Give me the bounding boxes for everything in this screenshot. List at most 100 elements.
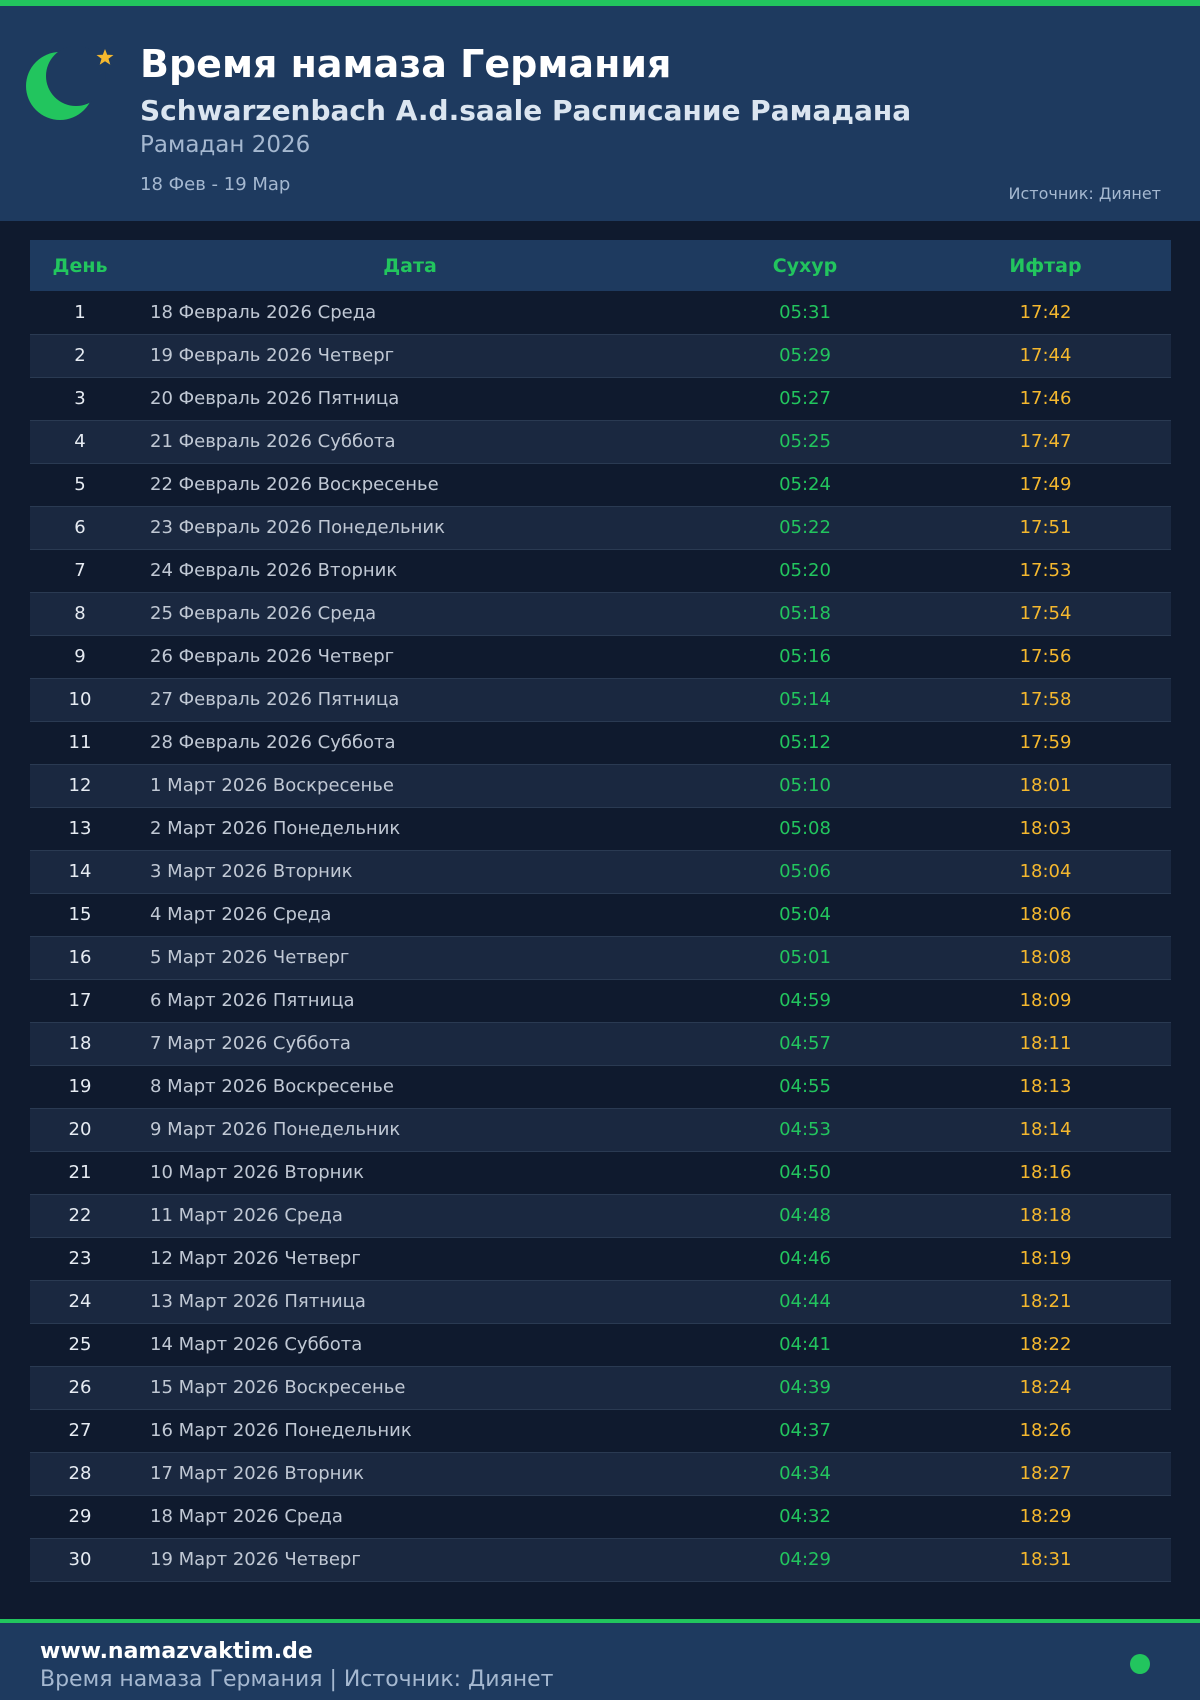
suhur-time: 05:08 <box>779 818 831 839</box>
day-cell: 16 <box>68 947 92 968</box>
table-row: 3 20 Февраль 2026 Пятница 05:27 17:46 <box>30 377 1171 420</box>
table-row: 6 23 Февраль 2026 Понедельник 05:22 17:51 <box>30 506 1171 549</box>
table-row: 7 24 Февраль 2026 Вторник 05:20 17:53 <box>30 549 1171 592</box>
day-cell: 30 <box>68 1549 92 1570</box>
iftar-time: 18:31 <box>1019 1549 1072 1570</box>
iftar-time: 18:16 <box>1019 1162 1072 1183</box>
day-cell: 24 <box>68 1291 92 1312</box>
iftar-time: 18:11 <box>1019 1033 1072 1054</box>
table-row: 5 22 Февраль 2026 Воскресенье 05:24 17:49 <box>30 463 1171 506</box>
day-cell: 19 <box>68 1076 92 1097</box>
suhur-time: 05:01 <box>779 947 831 968</box>
table-row: 27 16 Март 2026 Понедельник 04:37 18:26 <box>30 1409 1171 1452</box>
table-row: 15 4 Март 2026 Среда 05:04 18:06 <box>30 893 1171 936</box>
suhur-time: 05:29 <box>779 345 831 366</box>
date-cell: 4 Март 2026 Среда <box>150 904 332 925</box>
date-cell: 2 Март 2026 Понедельник <box>150 818 401 839</box>
iftar-time: 17:46 <box>1019 388 1072 409</box>
suhur-time: 04:53 <box>779 1119 831 1140</box>
date-cell: 19 Март 2026 Четверг <box>150 1549 361 1570</box>
day-cell: 4 <box>74 431 86 452</box>
iftar-time: 18:19 <box>1019 1248 1072 1269</box>
ramadan-year: Рамадан 2026 <box>140 132 311 158</box>
iftar-time: 17:42 <box>1019 301 1072 323</box>
table-row: 12 1 Март 2026 Воскресенье 05:10 18:01 <box>30 764 1171 807</box>
source-label: Источник: Диянет <box>1008 184 1161 203</box>
table-row: 23 12 Март 2026 Четверг 04:46 18:19 <box>30 1237 1171 1280</box>
column-header-iftar: Ифтар <box>1009 254 1082 277</box>
iftar-time: 18:01 <box>1019 775 1072 796</box>
day-cell: 20 <box>68 1119 92 1140</box>
suhur-time: 05:04 <box>779 904 831 925</box>
iftar-time: 18:03 <box>1019 818 1072 839</box>
table-row: 25 14 Март 2026 Суббота 04:41 18:22 <box>30 1323 1171 1366</box>
iftar-time: 17:53 <box>1019 560 1072 581</box>
day-cell: 9 <box>74 646 86 667</box>
date-cell: 6 Март 2026 Пятница <box>150 990 355 1011</box>
footer-text: Время намаза Германия | Источник: Диянет <box>40 1667 554 1692</box>
date-cell: 1 Март 2026 Воскресенье <box>150 775 394 796</box>
day-cell: 11 <box>68 732 92 753</box>
iftar-time: 18:27 <box>1019 1463 1072 1484</box>
day-cell: 1 <box>74 301 86 323</box>
date-cell: 19 Февраль 2026 Четверг <box>150 345 395 366</box>
suhur-time: 05:12 <box>779 732 831 753</box>
day-cell: 6 <box>74 517 86 538</box>
table-row: 22 11 Март 2026 Среда 04:48 18:18 <box>30 1194 1171 1237</box>
table-row: 9 26 Февраль 2026 Четверг 05:16 17:56 <box>30 635 1171 678</box>
status-dot-icon <box>1130 1654 1150 1674</box>
iftar-time: 18:29 <box>1019 1506 1072 1527</box>
date-cell: 18 Февраль 2026 Среда <box>150 301 377 323</box>
iftar-time: 18:26 <box>1019 1420 1072 1441</box>
date-cell: 12 Март 2026 Четверг <box>150 1248 361 1269</box>
iftar-time: 18:22 <box>1019 1334 1072 1355</box>
table-row: 16 5 Март 2026 Четверг 05:01 18:08 <box>30 936 1171 979</box>
day-cell: 23 <box>68 1248 92 1269</box>
table-row: 13 2 Март 2026 Понедельник 05:08 18:03 <box>30 807 1171 850</box>
day-cell: 2 <box>74 345 86 366</box>
table-row: 24 13 Март 2026 Пятница 04:44 18:21 <box>30 1280 1171 1323</box>
date-cell: 23 Февраль 2026 Понедельник <box>150 517 445 538</box>
iftar-time: 17:54 <box>1019 603 1072 624</box>
table-row: 10 27 Февраль 2026 Пятница 05:14 17:58 <box>30 678 1171 721</box>
suhur-time: 05:06 <box>779 861 831 882</box>
iftar-time: 17:47 <box>1019 431 1072 452</box>
day-cell: 13 <box>68 818 92 839</box>
table-row: 28 17 Март 2026 Вторник 04:34 18:27 <box>30 1452 1171 1495</box>
suhur-time: 04:37 <box>779 1420 831 1441</box>
iftar-time: 18:18 <box>1019 1205 1072 1226</box>
ramadan-schedule: День Дата Сухур Ифтар 1 18 Февраль 2026 С… <box>30 240 1171 1582</box>
table-row: 2 19 Февраль 2026 Четверг 05:29 17:44 <box>30 334 1171 377</box>
date-cell: 11 Март 2026 Среда <box>150 1205 343 1226</box>
iftar-time: 18:09 <box>1019 990 1072 1011</box>
day-cell: 22 <box>68 1205 92 1226</box>
table-row: 11 28 Февраль 2026 Суббота 05:12 17:59 <box>30 721 1171 764</box>
date-cell: 7 Март 2026 Суббота <box>150 1033 351 1054</box>
iftar-time: 17:51 <box>1019 517 1072 538</box>
column-header-day: День <box>52 254 108 277</box>
date-cell: 8 Март 2026 Воскресенье <box>150 1076 394 1097</box>
site-link[interactable]: www.namazvaktim.de <box>40 1639 313 1664</box>
date-cell: 28 Февраль 2026 Суббота <box>150 732 396 753</box>
table-row: 30 19 Март 2026 Четверг 04:29 18:31 <box>30 1538 1171 1581</box>
date-cell: 10 Март 2026 Вторник <box>150 1162 364 1183</box>
day-cell: 26 <box>68 1377 92 1398</box>
day-cell: 14 <box>68 861 92 882</box>
page-title: Время намаза Германия <box>140 42 672 86</box>
suhur-time: 05:10 <box>779 775 831 796</box>
iftar-time: 18:21 <box>1019 1291 1072 1312</box>
table-row: 4 21 Февраль 2026 Суббота 05:25 17:47 <box>30 420 1171 463</box>
column-header-suhur: Сухур <box>772 254 838 277</box>
suhur-time: 04:41 <box>779 1334 831 1355</box>
day-cell: 10 <box>68 689 92 710</box>
iftar-time: 17:56 <box>1019 646 1072 667</box>
table-row: 26 15 Март 2026 Воскресенье 04:39 18:24 <box>30 1366 1171 1409</box>
page-footer: www.namazvaktim.de Время намаза Германия… <box>0 1623 1200 1700</box>
table-row: 8 25 Февраль 2026 Среда 05:18 17:54 <box>30 592 1171 635</box>
table-row: 1 18 Февраль 2026 Среда 05:31 17:42 <box>30 291 1171 334</box>
suhur-time: 04:34 <box>779 1463 831 1484</box>
date-cell: 21 Февраль 2026 Суббота <box>150 431 396 452</box>
date-cell: 26 Февраль 2026 Четверг <box>150 646 395 667</box>
suhur-time: 04:50 <box>779 1162 831 1183</box>
day-cell: 5 <box>74 474 86 495</box>
